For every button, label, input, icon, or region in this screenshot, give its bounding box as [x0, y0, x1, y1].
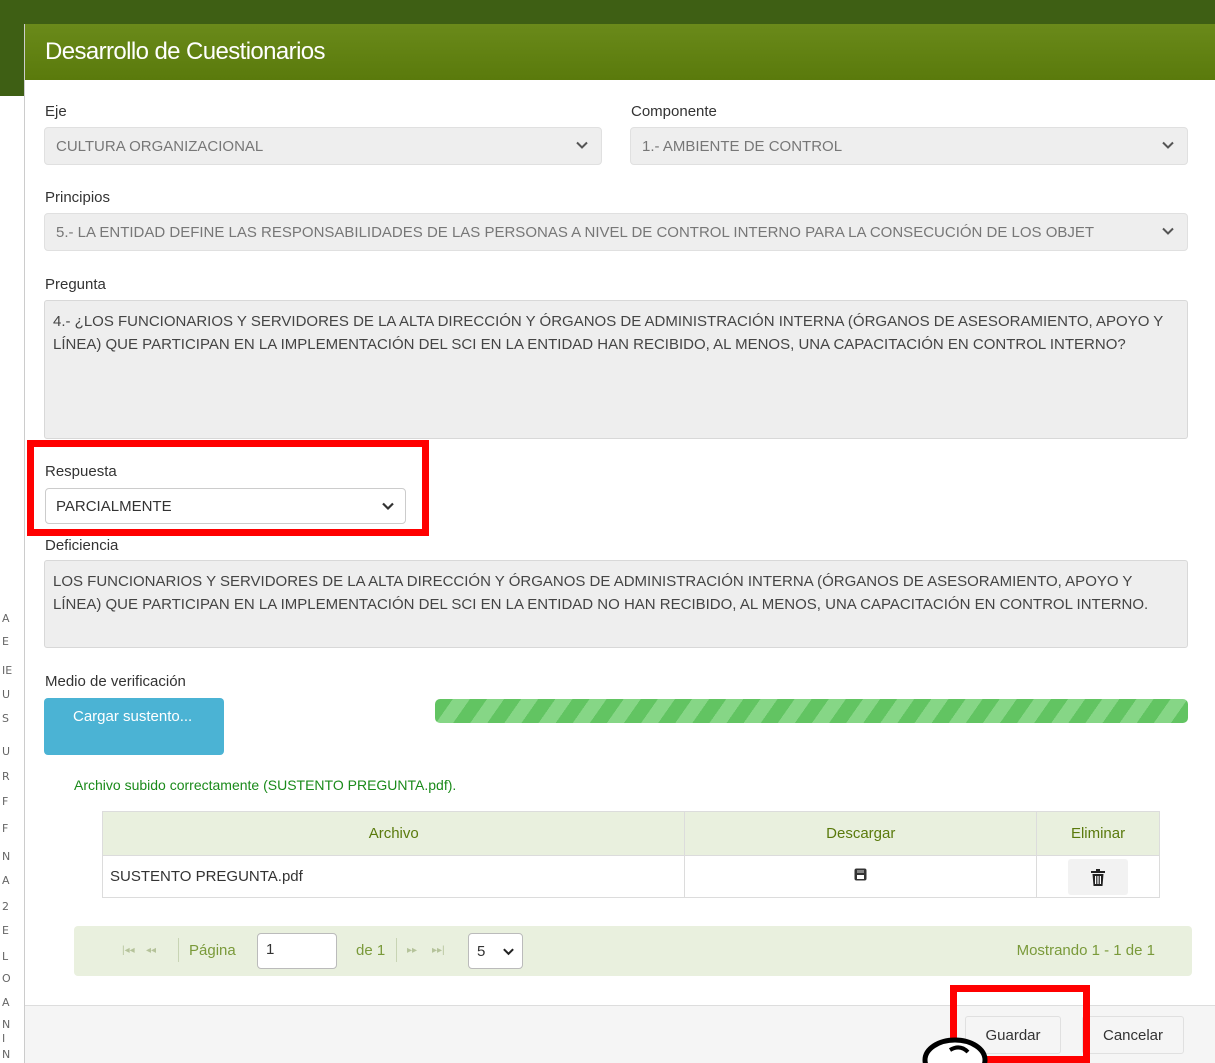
page-label: Página: [189, 942, 236, 959]
pager-separator: [396, 938, 397, 962]
column-header-archivo[interactable]: Archivo: [101, 811, 686, 856]
background-text-fragment: O: [2, 972, 11, 985]
table-header-row: Archivo Descargar Eliminar: [101, 811, 1160, 856]
background-text-fragment: N: [2, 850, 11, 863]
background-text-fragment: F: [2, 822, 9, 835]
background-text-fragment: U: [2, 688, 11, 701]
chevron-down-icon: [1161, 138, 1175, 152]
principios-select[interactable]: 5.- LA ENTIDAD DEFINE LAS RESPONSABILIDA…: [44, 213, 1188, 251]
download-cell: [684, 855, 1038, 898]
page-count-label: de 1: [356, 942, 386, 959]
column-header-eliminar[interactable]: Eliminar: [1036, 811, 1160, 856]
chevron-down-icon: [1161, 224, 1175, 238]
delete-cell: [1036, 855, 1160, 898]
files-table: Archivo Descargar Eliminar SUSTENTO PREG…: [101, 811, 1160, 898]
background-text-fragment: E: [2, 635, 9, 648]
chevron-down-icon: [575, 138, 589, 152]
medio-verificacion-label: Medio de verificación: [45, 673, 186, 690]
background-text-fragment: A: [2, 996, 10, 1009]
background-text-fragment: R: [2, 770, 10, 783]
pager-separator: [178, 938, 179, 962]
prev-page-icon[interactable]: ◂◂: [146, 945, 156, 956]
cancel-button[interactable]: Cancelar: [1082, 1016, 1184, 1054]
background-text-fragment: A: [2, 874, 10, 887]
upload-success-message: Archivo subido correctamente (SUSTENTO P…: [74, 777, 457, 793]
background-text-fragment: S: [2, 712, 9, 725]
deficiencia-label: Deficiencia: [45, 537, 119, 554]
questionnaire-modal: Desarrollo de Cuestionarios Eje CULTURA …: [24, 24, 1215, 1063]
table-row: SUSTENTO PREGUNTA.pdf: [101, 855, 1160, 898]
page-number-input[interactable]: 1: [257, 933, 337, 969]
hand-cursor-icon: [920, 1036, 990, 1063]
eje-label: Eje: [45, 103, 67, 120]
pager: |◂◂ ◂◂ Página 1 de 1 ▸▸ ▸▸| 5 Mostrando …: [74, 926, 1192, 976]
modal-title: Desarrollo de Cuestionarios: [45, 38, 326, 65]
background-text-fragment: E: [2, 924, 9, 937]
componente-select[interactable]: 1.- AMBIENTE DE CONTROL: [630, 127, 1188, 165]
delete-button[interactable]: [1068, 858, 1129, 895]
page-size-value: 5: [477, 943, 486, 960]
next-page-icon[interactable]: ▸▸: [407, 945, 417, 956]
trash-icon: [1091, 868, 1106, 890]
eje-value: CULTURA ORGANIZACIONAL: [56, 137, 264, 155]
pregunta-textarea[interactable]: 4.- ¿LOS FUNCIONARIOS Y SERVIDORES DE LA…: [44, 300, 1188, 439]
download-icon[interactable]: [854, 868, 867, 885]
first-page-icon[interactable]: |◂◂: [122, 945, 135, 956]
componente-label: Componente: [631, 103, 717, 120]
background-text-fragment: N: [2, 1018, 11, 1031]
chevron-down-icon: [502, 945, 515, 962]
pregunta-label: Pregunta: [45, 276, 106, 293]
column-header-descargar[interactable]: Descargar: [684, 811, 1038, 856]
deficiencia-textarea[interactable]: LOS FUNCIONARIOS Y SERVIDORES DE LA ALTA…: [44, 560, 1188, 648]
eje-select[interactable]: CULTURA ORGANIZACIONAL: [44, 127, 602, 165]
upload-progress-bar: [435, 699, 1188, 723]
modal-header: Desarrollo de Cuestionarios: [25, 24, 1215, 80]
background-text-fragment: I: [2, 1032, 6, 1045]
background-text-fragment: A: [2, 612, 10, 625]
background-text-fragment: U: [2, 745, 11, 758]
pager-summary: Mostrando 1 - 1 de 1: [1016, 942, 1155, 959]
file-name-cell: SUSTENTO PREGUNTA.pdf: [101, 855, 686, 898]
background-text-fragment: 2: [2, 900, 9, 913]
upload-button[interactable]: Cargar sustento...: [44, 698, 224, 755]
background-text-fragment: IE: [2, 664, 13, 677]
background-text-fragment: F: [2, 795, 9, 808]
last-page-icon[interactable]: ▸▸|: [432, 945, 445, 956]
background-text-fragment: L: [2, 950, 9, 963]
principios-value: 5.- LA ENTIDAD DEFINE LAS RESPONSABILIDA…: [56, 223, 1095, 241]
highlight-box-respuesta: [27, 440, 429, 536]
componente-value: 1.- AMBIENTE DE CONTROL: [642, 137, 843, 155]
background-text-fragment: N: [2, 1048, 11, 1061]
page-size-select[interactable]: 5: [468, 933, 523, 969]
principios-label: Principios: [45, 189, 111, 206]
